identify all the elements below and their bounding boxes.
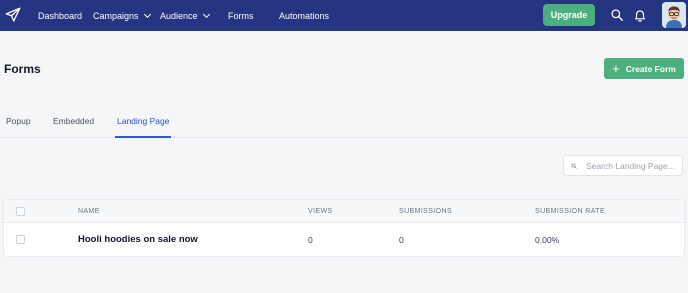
nav-campaigns[interactable]: Campaigns: [93, 0, 151, 31]
tab-landing-page[interactable]: Landing Page: [115, 106, 172, 138]
column-header-submissions: SUBMISSIONS: [399, 208, 453, 215]
paper-plane-logo-icon[interactable]: [4, 6, 22, 24]
forms-tabs: Popup Embedded Landing Page: [0, 106, 688, 138]
nav-forms[interactable]: Forms: [228, 0, 254, 31]
search-box: [563, 155, 683, 176]
row-submissions: 0: [399, 235, 404, 245]
chevron-down-icon: [202, 10, 210, 18]
top-nav-bar: Dashboard Campaigns Audience Forms Autom…: [0, 0, 688, 31]
column-header-name: NAME: [78, 208, 100, 215]
nav-audience[interactable]: Audience: [160, 0, 210, 31]
row-checkbox[interactable]: [16, 235, 25, 244]
row-name-link[interactable]: Hooli hoodies on sale now: [78, 224, 198, 256]
plus-icon: +: [612, 60, 620, 76]
create-form-button[interactable]: + Create Form: [604, 58, 684, 79]
avatar-illustration: [662, 2, 686, 28]
nav-campaigns-label: Campaigns: [93, 10, 139, 21]
page-title: Forms: [4, 62, 41, 76]
nav-dashboard[interactable]: Dashboard: [38, 0, 82, 31]
bell-icon[interactable]: [633, 8, 647, 22]
create-form-label: Create Form: [625, 63, 676, 74]
nav-dashboard-label: Dashboard: [38, 10, 83, 21]
nav-audience-label: Audience: [160, 10, 198, 21]
row-submission-rate: 0.00%: [535, 235, 560, 245]
column-header-views: VIEWS: [308, 208, 333, 215]
table-header: NAME VIEWS SUBMISSIONS SUBMISSION RATE: [4, 200, 684, 223]
landing-pages-table: NAME VIEWS SUBMISSIONS SUBMISSION RATE H…: [4, 200, 684, 256]
table-row[interactable]: Hooli hoodies on sale now 0 0 0.00%: [4, 224, 684, 256]
tab-embedded[interactable]: Embedded: [53, 106, 94, 138]
upgrade-button[interactable]: Upgrade: [543, 4, 595, 26]
nav-automations[interactable]: Automations: [279, 0, 329, 31]
tab-popup[interactable]: Popup: [6, 106, 31, 138]
column-header-submission-rate: SUBMISSION RATE: [535, 208, 606, 215]
nav-forms-label: Forms: [228, 10, 254, 21]
nav-automations-label: Automations: [279, 10, 330, 21]
row-views: 0: [308, 235, 313, 245]
search-icon[interactable]: [610, 8, 624, 22]
avatar[interactable]: [662, 2, 686, 28]
select-all-checkbox[interactable]: [16, 207, 25, 216]
chevron-down-icon: [143, 10, 151, 18]
search-icon: [571, 163, 577, 169]
search-input[interactable]: [586, 160, 682, 171]
